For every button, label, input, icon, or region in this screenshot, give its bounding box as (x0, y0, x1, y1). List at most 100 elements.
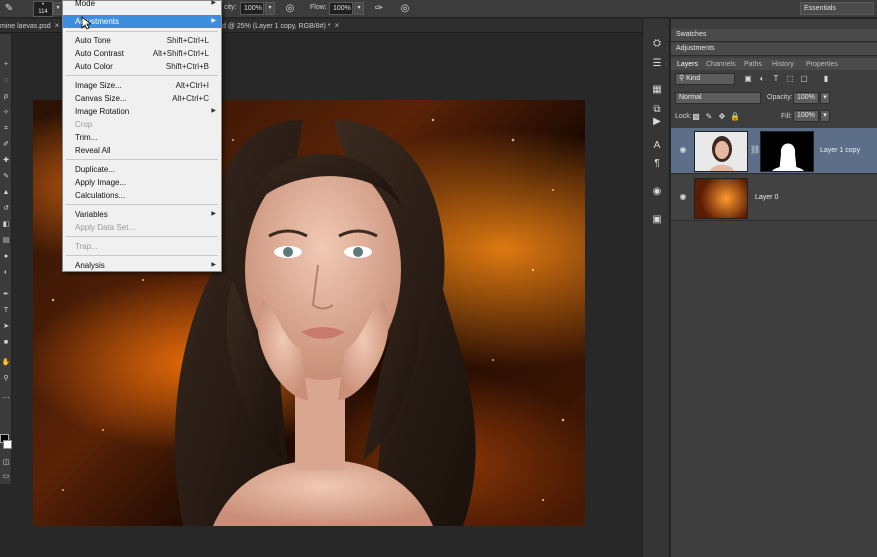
tab-layers[interactable]: Layers (677, 59, 698, 70)
menu-item-reveal-all[interactable]: Reveal All (63, 144, 221, 157)
airbrush-icon[interactable]: ✑ (372, 2, 386, 16)
lock-all-icon[interactable]: 🔒 (730, 112, 740, 122)
menu-item-calculations[interactable]: Calculations... (63, 189, 221, 202)
move-tool-icon[interactable]: + (1, 60, 11, 70)
hand-tool-icon[interactable]: ✋ (1, 358, 11, 368)
mouse-cursor-icon (81, 16, 91, 30)
filter-shape-icon[interactable]: ⬚ (785, 74, 795, 84)
menu-item-shortcut: Alt+Ctrl+C (172, 94, 209, 103)
layer-kind-filter[interactable]: ⚲ Kind (675, 73, 735, 85)
menu-separator (66, 204, 218, 205)
zoom-tool-icon[interactable]: ⚲ (1, 374, 11, 384)
layer-row-layer-1-copy[interactable]: ◉ ⛓ Layer 1 copy (671, 128, 877, 174)
marquee-tool-icon[interactable]: ◌ (1, 76, 11, 86)
menu-separator (66, 159, 218, 160)
opacity-dropdown-arrow[interactable]: ▾ (265, 2, 275, 15)
filter-adjustment-icon[interactable]: ◐ (757, 74, 767, 84)
menu-item-label: Duplicate... (75, 165, 116, 174)
eyedropper-tool-icon[interactable]: ✐ (1, 140, 11, 150)
brush-tool-icon[interactable]: ✎ (2, 2, 16, 16)
screen-mode-icon[interactable]: ▭ (1, 472, 11, 482)
pen-tool-icon[interactable]: ✒ (1, 290, 11, 300)
stamp-tool-icon[interactable]: ▲ (1, 188, 11, 198)
flow-input[interactable]: 100% (329, 2, 353, 15)
character-panel-icon[interactable]: A (649, 139, 665, 153)
menu-item-label: Calculations... (75, 191, 126, 200)
pressure-opacity-icon[interactable]: ◎ (283, 2, 297, 16)
type-tool-icon[interactable]: T (1, 306, 11, 316)
path-select-tool-icon[interactable]: ➤ (1, 322, 11, 332)
menu-item-image-rotation[interactable]: Image Rotation ▶ (63, 105, 221, 118)
tab-history[interactable]: History (772, 59, 794, 70)
adjustments-panel-title[interactable]: Adjustments (671, 43, 877, 56)
menu-item-trim[interactable]: Trim... (63, 131, 221, 144)
layer-row-layer-0[interactable]: ◉ Layer 0 (671, 175, 877, 221)
mask-link-icon[interactable]: ⛓ (750, 145, 760, 155)
more-tools-icon[interactable]: ⋯ (1, 394, 11, 404)
background-color-swatch[interactable] (3, 440, 12, 449)
filter-toggle-icon[interactable]: ▮ (821, 74, 831, 84)
document-tab-2[interactable]: d @ 25% (Layer 1 copy, RGB/8#) * × (222, 20, 362, 33)
blur-tool-icon[interactable]: ● (1, 252, 11, 262)
healing-tool-icon[interactable]: ✚ (1, 156, 11, 166)
brush-presets-icon[interactable]: ▦ (649, 83, 665, 97)
menu-item-canvas-size[interactable]: Canvas Size... Alt+Ctrl+C (63, 92, 221, 105)
crop-tool-icon[interactable]: ⌗ (1, 124, 11, 134)
layer-opacity-input[interactable]: 100% (793, 92, 819, 104)
document-tab-1[interactable]: mine laevas.psd × (0, 20, 60, 33)
visibility-eye-icon[interactable]: ◉ (677, 192, 689, 202)
menu-item-auto-tone[interactable]: Auto Tone Shift+Ctrl+L (63, 34, 221, 47)
quick-select-tool-icon[interactable]: ✧ (1, 108, 11, 118)
lock-transparent-icon[interactable]: ▩ (691, 112, 701, 122)
menu-item-analysis[interactable]: Analysis ▶ (63, 259, 221, 272)
paragraph-panel-icon[interactable]: ¶ (649, 157, 665, 171)
tab-channels[interactable]: Channels (706, 59, 736, 70)
tab-properties[interactable]: Properties (806, 59, 838, 70)
lasso-tool-icon[interactable]: ρ (1, 92, 11, 102)
swatches-panel-title[interactable]: Swatches (671, 29, 877, 42)
visibility-eye-icon[interactable]: ◉ (677, 145, 689, 155)
blend-mode-select[interactable]: Normal (675, 92, 761, 104)
menu-item-label: Reveal All (75, 146, 111, 155)
opacity-input[interactable]: 100% (240, 2, 264, 15)
lock-position-icon[interactable]: ✥ (717, 112, 727, 122)
pressure-size-icon[interactable]: ◎ (398, 2, 412, 16)
menu-item-auto-color[interactable]: Auto Color Shift+Ctrl+B (63, 60, 221, 73)
history-brush-tool-icon[interactable]: ↺ (1, 204, 11, 214)
menu-item-label: Canvas Size... (75, 94, 127, 103)
menu-item-apply-image[interactable]: Apply Image... (63, 176, 221, 189)
quick-mask-icon[interactable]: ◫ (1, 458, 11, 468)
info-panel-icon[interactable]: ◉ (649, 185, 665, 199)
dodge-tool-icon[interactable]: ◐ (1, 268, 11, 278)
tab-paths[interactable]: Paths (744, 59, 762, 70)
tab-close-icon[interactable]: × (55, 21, 60, 30)
eraser-tool-icon[interactable]: ◧ (1, 220, 11, 230)
notes-panel-icon[interactable]: ▣ (649, 213, 665, 227)
gradient-tool-icon[interactable]: ▤ (1, 236, 11, 246)
play-action-icon[interactable]: ▶ (649, 115, 665, 129)
filter-smart-object-icon[interactable]: ▢ (799, 74, 809, 84)
filter-pixel-icon[interactable]: ▣ (743, 74, 753, 84)
filter-type-icon[interactable]: T (771, 74, 781, 84)
shape-tool-icon[interactable]: ■ (1, 338, 11, 348)
menu-item-trap: Trap... (63, 240, 221, 253)
flow-dropdown-arrow[interactable]: ▾ (354, 2, 364, 15)
menu-item-label: Auto Color (75, 62, 113, 71)
brush-preset-picker[interactable]: • 114 (33, 1, 53, 17)
history-panel-icon[interactable]: ⛭ (649, 37, 665, 51)
fill-slider-toggle[interactable]: ▾ (820, 110, 830, 122)
opacity-slider-toggle[interactable]: ▾ (820, 92, 830, 104)
tab-close-icon[interactable]: × (335, 21, 340, 30)
actions-panel-icon[interactable]: ☰ (649, 57, 665, 71)
menu-item-label: Trim... (75, 133, 98, 142)
brush-tool-icon[interactable]: ✎ (1, 172, 11, 182)
menu-item-auto-contrast[interactable]: Auto Contrast Alt+Shift+Ctrl+L (63, 47, 221, 60)
menu-item-duplicate[interactable]: Duplicate... (63, 163, 221, 176)
layer-name-label: Layer 1 copy (820, 147, 861, 154)
lock-pixels-icon[interactable]: ✎ (704, 112, 714, 122)
menu-item-mode[interactable]: Mode ▶ (63, 0, 221, 10)
menu-item-variables[interactable]: Variables ▶ (63, 208, 221, 221)
fill-input[interactable]: 100% (793, 110, 819, 122)
menu-item-image-size[interactable]: Image Size... Alt+Ctrl+I (63, 79, 221, 92)
workspace-selector[interactable]: Essentials (800, 2, 874, 15)
